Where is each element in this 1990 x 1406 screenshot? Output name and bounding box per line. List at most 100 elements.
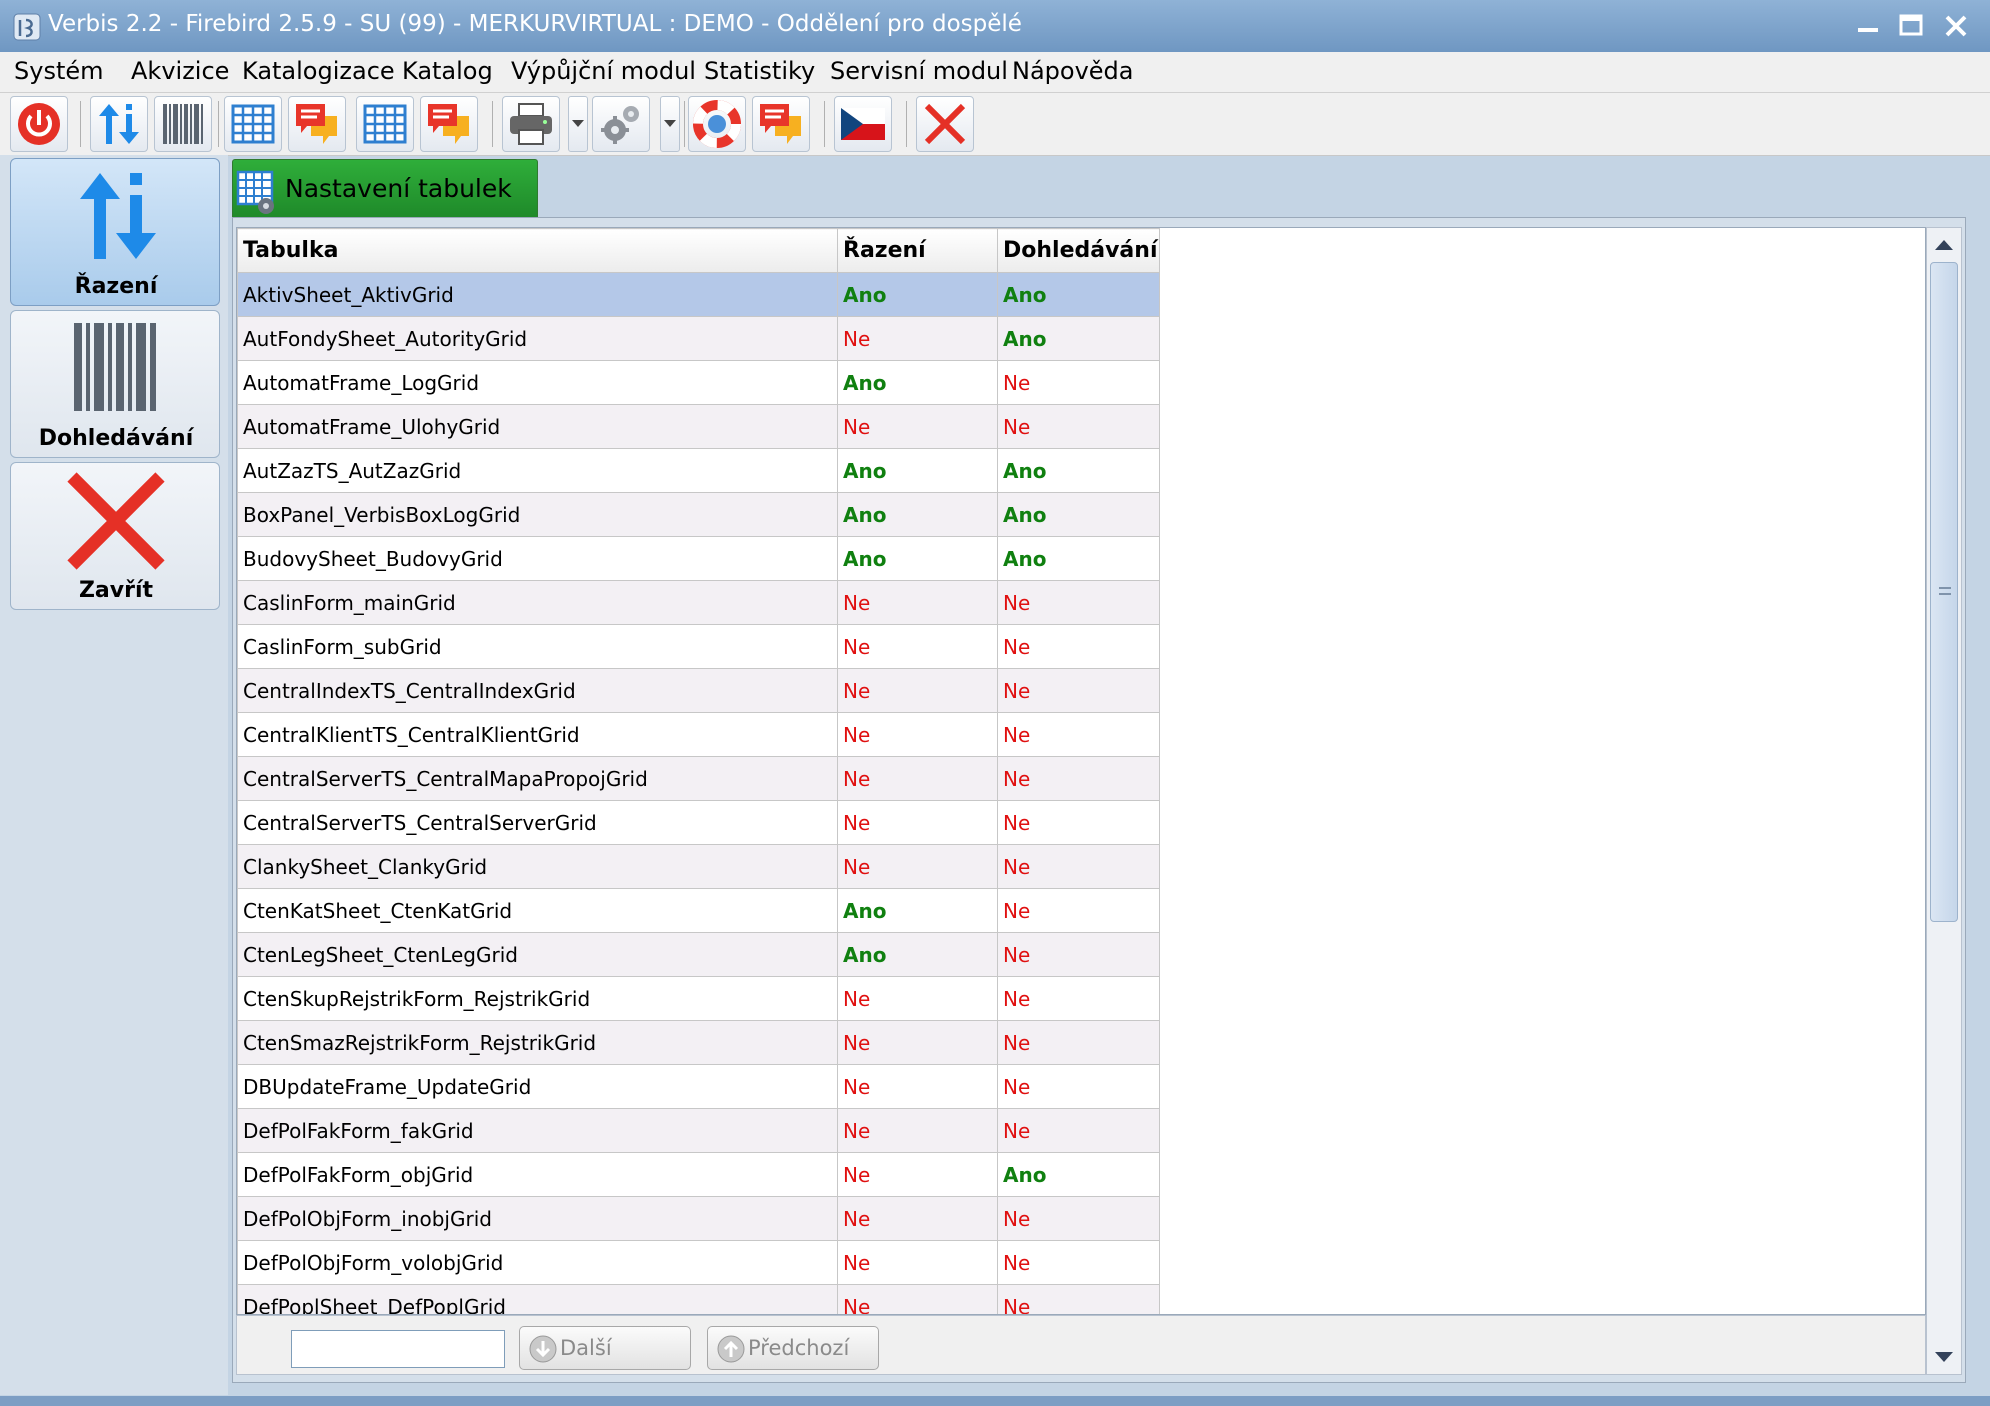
lookup-value-cell[interactable]: Ne bbox=[997, 1240, 1160, 1285]
sort-value-cell[interactable]: Ne bbox=[837, 1196, 998, 1241]
sort-value-cell[interactable]: Ano bbox=[837, 272, 998, 317]
search-input[interactable] bbox=[291, 1330, 505, 1368]
lookup-value-cell[interactable]: Ne bbox=[997, 932, 1160, 977]
lookup-value-cell[interactable]: Ne bbox=[997, 1064, 1160, 1109]
toolbar-settings-button[interactable] bbox=[592, 96, 650, 152]
table-name-cell[interactable]: BoxPanel_VerbisBoxLogGrid bbox=[237, 492, 838, 537]
table-name-cell[interactable]: DefPolObjForm_inobjGrid bbox=[237, 1196, 838, 1241]
scroll-down-button[interactable] bbox=[1929, 1344, 1959, 1372]
table-row[interactable]: CtenKatSheet_CtenKatGrid Ano Ne bbox=[237, 888, 1160, 933]
sort-value-cell[interactable]: Ne bbox=[837, 800, 998, 845]
sort-value-cell[interactable]: Ne bbox=[837, 1284, 998, 1314]
lookup-value-cell[interactable]: Ano bbox=[997, 536, 1160, 581]
table-name-cell[interactable]: CtenKatSheet_CtenKatGrid bbox=[237, 888, 838, 933]
toolbar-language-button[interactable] bbox=[834, 96, 892, 152]
lookup-value-cell[interactable]: Ne bbox=[997, 580, 1160, 625]
lookup-value-cell[interactable]: Ne bbox=[997, 1108, 1160, 1153]
sort-value-cell[interactable]: Ne bbox=[837, 1064, 998, 1109]
sort-value-cell[interactable]: Ne bbox=[837, 316, 998, 361]
table-name-cell[interactable]: ClankySheet_ClankyGrid bbox=[237, 844, 838, 889]
table-row[interactable]: ClankySheet_ClankyGrid Ne Ne bbox=[237, 844, 1160, 889]
lookup-value-cell[interactable]: Ne bbox=[997, 888, 1160, 933]
table-row[interactable]: CaslinForm_mainGrid Ne Ne bbox=[237, 580, 1160, 625]
toolbar-messages-button-1[interactable] bbox=[288, 96, 346, 152]
lookup-side-button[interactable]: Dohledávání bbox=[10, 310, 220, 458]
sort-value-cell[interactable]: Ano bbox=[837, 360, 998, 405]
table-row[interactable]: DefPolFakForm_objGrid Ne Ano bbox=[237, 1152, 1160, 1197]
table-row[interactable]: AutZazTS_AutZazGrid Ano Ano bbox=[237, 448, 1160, 493]
menu-statistiky[interactable]: Statistiky bbox=[704, 57, 815, 85]
toolbar-messages-button-3[interactable] bbox=[752, 96, 810, 152]
table-row[interactable]: DefPolObjForm_volobjGrid Ne Ne bbox=[237, 1240, 1160, 1285]
table-name-cell[interactable]: AutomatFrame_UlohyGrid bbox=[237, 404, 838, 449]
sort-value-cell[interactable]: Ne bbox=[837, 580, 998, 625]
table-name-cell[interactable]: DefPolObjForm_volobjGrid bbox=[237, 1240, 838, 1285]
sort-value-cell[interactable]: Ne bbox=[837, 404, 998, 449]
table-row[interactable]: AutomatFrame_UlohyGrid Ne Ne bbox=[237, 404, 1160, 449]
vertical-scrollbar[interactable] bbox=[1926, 227, 1962, 1375]
lookup-value-cell[interactable]: Ne bbox=[997, 1196, 1160, 1241]
column-header-dohledavani[interactable]: Dohledávání bbox=[997, 228, 1160, 273]
sort-value-cell[interactable]: Ano bbox=[837, 536, 998, 581]
table-name-cell[interactable]: CtenSmazRejstrikForm_RejstrikGrid bbox=[237, 1020, 838, 1065]
lookup-value-cell[interactable]: Ne bbox=[997, 1284, 1160, 1314]
sort-value-cell[interactable]: Ne bbox=[837, 1108, 998, 1153]
sort-value-cell[interactable]: Ano bbox=[837, 888, 998, 933]
sort-value-cell[interactable]: Ne bbox=[837, 1152, 998, 1197]
sort-value-cell[interactable]: Ne bbox=[837, 668, 998, 713]
lookup-value-cell[interactable]: Ne bbox=[997, 756, 1160, 801]
table-row[interactable]: DefPolObjForm_inobjGrid Ne Ne bbox=[237, 1196, 1160, 1241]
table-name-cell[interactable]: CtenSkupRejstrikForm_RejstrikGrid bbox=[237, 976, 838, 1021]
lookup-value-cell[interactable]: Ne bbox=[997, 712, 1160, 757]
menu-vypujcni-modul[interactable]: Výpůjční modul bbox=[511, 57, 696, 85]
table-row[interactable]: AktivSheet_AktivGrid Ano Ano bbox=[237, 272, 1160, 317]
menu-system[interactable]: Systém bbox=[14, 57, 104, 85]
lookup-value-cell[interactable]: Ano bbox=[997, 272, 1160, 317]
toolbar-close-button[interactable] bbox=[916, 96, 974, 152]
lookup-value-cell[interactable]: Ne bbox=[997, 404, 1160, 449]
table-name-cell[interactable]: CaslinForm_subGrid bbox=[237, 624, 838, 669]
lookup-value-cell[interactable]: Ne bbox=[997, 668, 1160, 713]
table-row[interactable]: CtenLegSheet_CtenLegGrid Ano Ne bbox=[237, 932, 1160, 977]
sort-value-cell[interactable]: Ne bbox=[837, 844, 998, 889]
menu-servisni-modul[interactable]: Servisní modul bbox=[830, 57, 1008, 85]
table-name-cell[interactable]: DefPolFakForm_objGrid bbox=[237, 1152, 838, 1197]
table-name-cell[interactable]: CtenLegSheet_CtenLegGrid bbox=[237, 932, 838, 977]
table-name-cell[interactable]: CentralKlientTS_CentralKlientGrid bbox=[237, 712, 838, 757]
menu-napoveda[interactable]: Nápověda bbox=[1012, 57, 1134, 85]
menu-akvizice[interactable]: Akvizice bbox=[131, 57, 229, 85]
table-name-cell[interactable]: CentralServerTS_CentralServerGrid bbox=[237, 800, 838, 845]
lookup-value-cell[interactable]: Ne bbox=[997, 844, 1160, 889]
sort-value-cell[interactable]: Ano bbox=[837, 448, 998, 493]
sort-value-cell[interactable]: Ne bbox=[837, 756, 998, 801]
table-name-cell[interactable]: AutFondySheet_AutorityGrid bbox=[237, 316, 838, 361]
table-row[interactable]: DBUpdateFrame_UpdateGrid Ne Ne bbox=[237, 1064, 1160, 1109]
toolbar-barcode-button[interactable] bbox=[154, 96, 212, 152]
toolbar-print-button[interactable] bbox=[502, 96, 560, 152]
table-row[interactable]: DefPoplSheet_DefPoplGrid Ne Ne bbox=[237, 1284, 1160, 1314]
toolbar-sort-button[interactable] bbox=[90, 96, 148, 152]
maximize-button[interactable] bbox=[1893, 8, 1929, 44]
table-row[interactable]: CtenSmazRejstrikForm_RejstrikGrid Ne Ne bbox=[237, 1020, 1160, 1065]
table-name-cell[interactable]: CentralServerTS_CentralMapaPropojGrid bbox=[237, 756, 838, 801]
table-row[interactable]: CentralIndexTS_CentralIndexGrid Ne Ne bbox=[237, 668, 1160, 713]
lookup-value-cell[interactable]: Ne bbox=[997, 1020, 1160, 1065]
lookup-value-cell[interactable]: Ano bbox=[997, 1152, 1160, 1197]
tab-nastaveni-tabulek[interactable]: Nastavení tabulek bbox=[232, 159, 538, 217]
toolbar-messages-button-2[interactable] bbox=[420, 96, 478, 152]
toolbar-grid-button-1[interactable] bbox=[224, 96, 282, 152]
table-row[interactable]: DefPolFakForm_fakGrid Ne Ne bbox=[237, 1108, 1160, 1153]
table-name-cell[interactable]: DefPoplSheet_DefPoplGrid bbox=[237, 1284, 838, 1314]
sort-value-cell[interactable]: Ne bbox=[837, 976, 998, 1021]
table-row[interactable]: CtenSkupRejstrikForm_RejstrikGrid Ne Ne bbox=[237, 976, 1160, 1021]
table-row[interactable]: CentralKlientTS_CentralKlientGrid Ne Ne bbox=[237, 712, 1160, 757]
menu-katalogizace[interactable]: Katalogizace bbox=[242, 57, 395, 85]
toolbar-settings-dropdown[interactable] bbox=[660, 96, 680, 152]
toolbar-print-dropdown[interactable] bbox=[568, 96, 588, 152]
lookup-value-cell[interactable]: Ne bbox=[997, 976, 1160, 1021]
toolbar-power-button[interactable] bbox=[10, 96, 68, 152]
table-name-cell[interactable]: AutomatFrame_LogGrid bbox=[237, 360, 838, 405]
lookup-value-cell[interactable]: Ano bbox=[997, 492, 1160, 537]
lookup-value-cell[interactable]: Ne bbox=[997, 624, 1160, 669]
table-name-cell[interactable]: CentralIndexTS_CentralIndexGrid bbox=[237, 668, 838, 713]
